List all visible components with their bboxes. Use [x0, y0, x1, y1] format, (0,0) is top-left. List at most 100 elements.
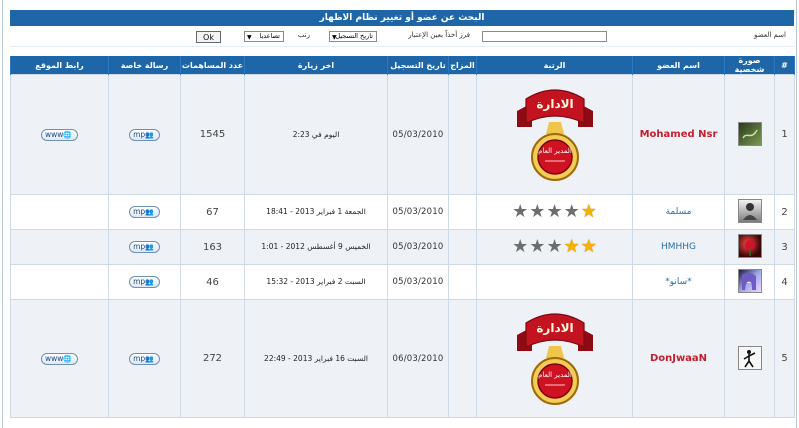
star-filled-icon: ★	[580, 201, 597, 222]
avatar[interactable]	[737, 234, 762, 258]
member-name-link[interactable]: DonJwaaN	[650, 353, 707, 364]
col-avatar: صورة شخصية	[724, 56, 775, 75]
mood-cell	[448, 299, 477, 418]
col-member-name: اسم العضو	[632, 56, 725, 75]
private-message-cell: 👥mp	[108, 194, 181, 230]
arabic-calligraphy-icon	[741, 129, 758, 138]
join-date-cell: 05/03/2010	[387, 264, 449, 300]
admin-rank-badge: الادارة المدير العام	[512, 77, 598, 189]
last-visit-cell: الجمعة 1 فبراير 2013 - 18:41	[244, 194, 388, 230]
globe-icon: 🌐	[63, 354, 73, 363]
last-visit-cell: الخميس 9 أغسطس 2012 - 1:01	[244, 229, 388, 265]
rank-cell: ★ ★ ★ ★ ★	[476, 194, 633, 230]
member-name-link[interactable]: *سانو*	[665, 277, 691, 287]
rank-cell	[476, 264, 633, 300]
post-count-cell: 163	[180, 229, 245, 265]
star-empty-icon: ★	[563, 201, 580, 222]
avatar[interactable]	[737, 345, 762, 370]
member-name-cell[interactable]: DonJwaaN	[632, 299, 725, 418]
rank-title-text: الادارة	[536, 97, 573, 111]
member-name-cell[interactable]: HMHHG	[632, 229, 725, 265]
star-filled-icon: ★	[563, 236, 580, 257]
search-panel-title: البحث عن عضو أو تغيير نظام الاظهار	[10, 10, 794, 26]
member-name-cell[interactable]: مسلمة	[632, 194, 725, 230]
users-icon: 👥	[145, 130, 154, 139]
join-date-cell: 06/03/2010	[387, 299, 449, 418]
dancing-man-icon	[743, 349, 755, 367]
anime-girl-icon	[741, 272, 756, 290]
last-visit-cell: اليوم في 2:23	[244, 74, 388, 195]
last-visit-cell: السبت 2 فبراير 2013 - 15:32	[244, 264, 388, 300]
avatar-cell	[724, 229, 775, 265]
join-date-cell: 05/03/2010	[387, 194, 449, 230]
member-name-link[interactable]: HMHHG	[661, 242, 696, 252]
col-website: رابط الموقع	[10, 56, 109, 75]
member-search-input[interactable]	[482, 31, 607, 42]
person-portrait-icon	[742, 203, 757, 220]
sort-by-select[interactable]: تاريخ التسجيل ▼	[329, 31, 377, 42]
chevron-down-icon: ▼	[247, 34, 252, 41]
order-select[interactable]: تصاعديا ▼	[244, 31, 284, 42]
col-index: #	[774, 56, 795, 75]
private-message-cell: 👥mp	[108, 264, 181, 300]
globe-icon: 🌐	[63, 130, 73, 139]
avatar[interactable]	[737, 121, 762, 146]
last-visit-cell: السبت 16 فبراير 2013 - 22:49	[244, 299, 388, 418]
avatar-cell	[724, 299, 775, 418]
rank-cell: الادارة المدير العام	[476, 74, 633, 195]
chevron-down-icon: ▼	[332, 34, 337, 41]
admin-rank-badge: الادارة المدير العام	[512, 301, 598, 413]
private-message-button[interactable]: 👥mp	[129, 206, 160, 218]
admin-rank-badge-icon: الادارة المدير العام	[516, 89, 593, 181]
order-label: رتب	[297, 31, 310, 39]
private-message-button[interactable]: 👥mp	[129, 241, 160, 253]
row-index: 1	[774, 74, 795, 195]
private-message-cell: 👥mp	[108, 74, 181, 195]
mood-cell	[448, 194, 477, 230]
join-date-cell: 05/03/2010	[387, 229, 449, 265]
table-row: 1 Mohamed Nsr الادارة المدير العام 05/03…	[10, 74, 795, 195]
col-rank: الرتبة	[476, 56, 633, 75]
table-header: # صورة شخصية اسم العضو الرتبة المزاج تار…	[10, 56, 795, 75]
avatar-cell	[724, 194, 775, 230]
post-count-cell: 46	[180, 264, 245, 300]
star-empty-icon: ★	[512, 201, 529, 222]
avatar-cell	[724, 74, 775, 195]
website-link-button[interactable]: 🌐www	[40, 352, 79, 365]
join-date-cell: 05/03/2010	[387, 74, 449, 195]
member-table: # صورة شخصية اسم العضو الرتبة المزاج تار…	[10, 56, 795, 418]
col-join-date: تاريخ التسجيل	[387, 56, 449, 75]
post-count-cell: 1545	[180, 74, 245, 195]
member-name-cell[interactable]: Mohamed Nsr	[632, 74, 725, 195]
star-empty-icon: ★	[529, 236, 546, 257]
col-private-message: رسالة خاصة	[108, 56, 181, 75]
avatar[interactable]	[737, 269, 762, 293]
star-filled-icon: ★	[580, 236, 597, 257]
rank-stars: ★ ★ ★ ★ ★	[477, 203, 632, 221]
sort-label: فرز أخذاً بعين الإعتبار	[408, 31, 470, 39]
member-name-link[interactable]: Mohamed Nsr	[640, 129, 718, 140]
rank-cell: ★ ★ ★ ★ ★	[476, 229, 633, 265]
rank-stars: ★ ★ ★ ★ ★	[477, 238, 632, 256]
member-name-cell[interactable]: *سانو*	[632, 264, 725, 300]
table-row: 5 DonJwaaN الادارة المدير العام 06/03/20…	[10, 299, 795, 418]
private-message-cell: 👥mp	[108, 229, 181, 265]
avatar[interactable]	[737, 199, 762, 223]
private-message-button[interactable]: 👥mp	[129, 128, 160, 141]
avatar-cell	[724, 264, 775, 300]
member-name-link[interactable]: مسلمة	[666, 207, 692, 217]
star-empty-icon: ★	[546, 236, 563, 257]
ok-button[interactable]: Ok	[196, 31, 221, 43]
red-rose-icon	[744, 240, 755, 256]
mood-cell	[448, 264, 477, 300]
row-index: 2	[774, 194, 795, 230]
member-label: اسم العضو	[754, 31, 786, 39]
private-message-button[interactable]: 👥mp	[129, 352, 160, 365]
private-message-button[interactable]: 👥mp	[129, 276, 160, 288]
users-icon: 👥	[145, 208, 154, 216]
row-index: 5	[774, 299, 795, 418]
website-cell	[10, 194, 109, 230]
website-link-button[interactable]: 🌐www	[40, 128, 79, 141]
mood-cell	[448, 74, 477, 195]
forum-memberlist-page: البحث عن عضو أو تغيير نظام الاظهار اسم ا…	[0, 0, 799, 428]
